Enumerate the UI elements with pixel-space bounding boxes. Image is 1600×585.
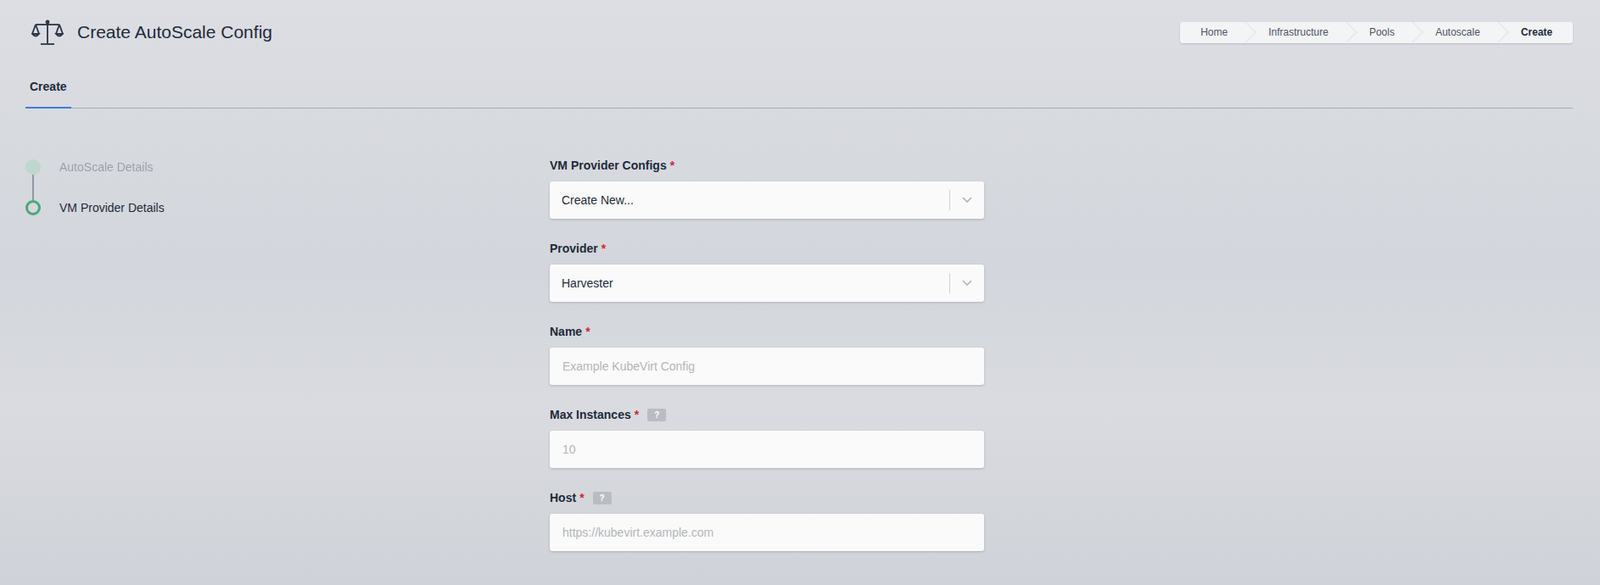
field-label: Name* bbox=[549, 323, 985, 341]
field-label: Max Instances*? bbox=[549, 406, 985, 424]
breadcrumb-item[interactable]: Home bbox=[1180, 22, 1248, 44]
text-input[interactable] bbox=[549, 430, 985, 469]
step[interactable]: VM Provider Details bbox=[25, 200, 550, 216]
step-label: AutoScale Details bbox=[59, 160, 154, 174]
tab[interactable]: Create bbox=[25, 64, 72, 109]
input-box bbox=[549, 430, 985, 469]
field-label: VM Provider Configs* bbox=[549, 156, 985, 174]
field-label: Provider* bbox=[549, 240, 985, 258]
text-input[interactable] bbox=[549, 347, 985, 386]
select-value: Create New... bbox=[549, 193, 950, 207]
breadcrumb-item[interactable]: Infrastructure bbox=[1247, 22, 1349, 44]
required-mark: * bbox=[601, 241, 606, 256]
header: Create AutoScale Config HomeInfrastructur… bbox=[25, 0, 1573, 65]
text-input[interactable] bbox=[549, 514, 985, 552]
required-mark: * bbox=[579, 491, 584, 505]
step-circle bbox=[25, 200, 41, 216]
step-circle bbox=[25, 159, 41, 175]
chevron-down-icon bbox=[950, 193, 985, 207]
title-area: Create AutoScale Config bbox=[25, 18, 273, 46]
breadcrumb-item[interactable]: Pools bbox=[1348, 22, 1416, 44]
form-field: VM Provider Configs* Create New... bbox=[549, 156, 985, 219]
form-field: Max Instances*? bbox=[549, 406, 985, 469]
form-field: Name* bbox=[549, 323, 985, 386]
select-divider bbox=[949, 190, 951, 211]
page: Create AutoScale Config HomeInfrastructur… bbox=[0, 0, 1600, 585]
help-badge[interactable]: ? bbox=[593, 492, 612, 505]
select[interactable]: Harvester bbox=[549, 264, 985, 303]
step[interactable]: AutoScale Details bbox=[25, 159, 550, 175]
page-title: Create AutoScale Config bbox=[77, 22, 273, 43]
form-field: Host*? bbox=[549, 489, 985, 552]
select-divider bbox=[949, 273, 951, 294]
breadcrumb-item[interactable]: Create bbox=[1500, 22, 1573, 44]
form: VM Provider Configs* Create New... Provide… bbox=[549, 156, 985, 552]
required-mark: * bbox=[634, 408, 639, 422]
step-label: VM Provider Details bbox=[59, 201, 165, 215]
select[interactable]: Create New... bbox=[549, 181, 985, 219]
select-value: Harvester bbox=[549, 276, 950, 291]
form-field: Provider* Harvester bbox=[549, 240, 985, 303]
breadcrumb-item[interactable]: Autoscale bbox=[1415, 22, 1501, 44]
stepper: AutoScale Details VM Provider Details bbox=[25, 156, 550, 552]
required-mark: * bbox=[670, 158, 675, 173]
balance-scale-icon bbox=[31, 18, 64, 46]
chevron-down-icon bbox=[950, 276, 985, 291]
input-box bbox=[549, 347, 985, 386]
content: AutoScale Details VM Provider Details VM P… bbox=[25, 108, 1573, 552]
field-label: Host*? bbox=[549, 489, 985, 507]
help-badge[interactable]: ? bbox=[647, 408, 666, 422]
input-box bbox=[549, 514, 985, 552]
required-mark: * bbox=[585, 324, 590, 339]
breadcrumbs: HomeInfrastructurePoolsAutoscaleCreate bbox=[1180, 22, 1573, 44]
tab-bar: Create bbox=[25, 64, 1573, 109]
